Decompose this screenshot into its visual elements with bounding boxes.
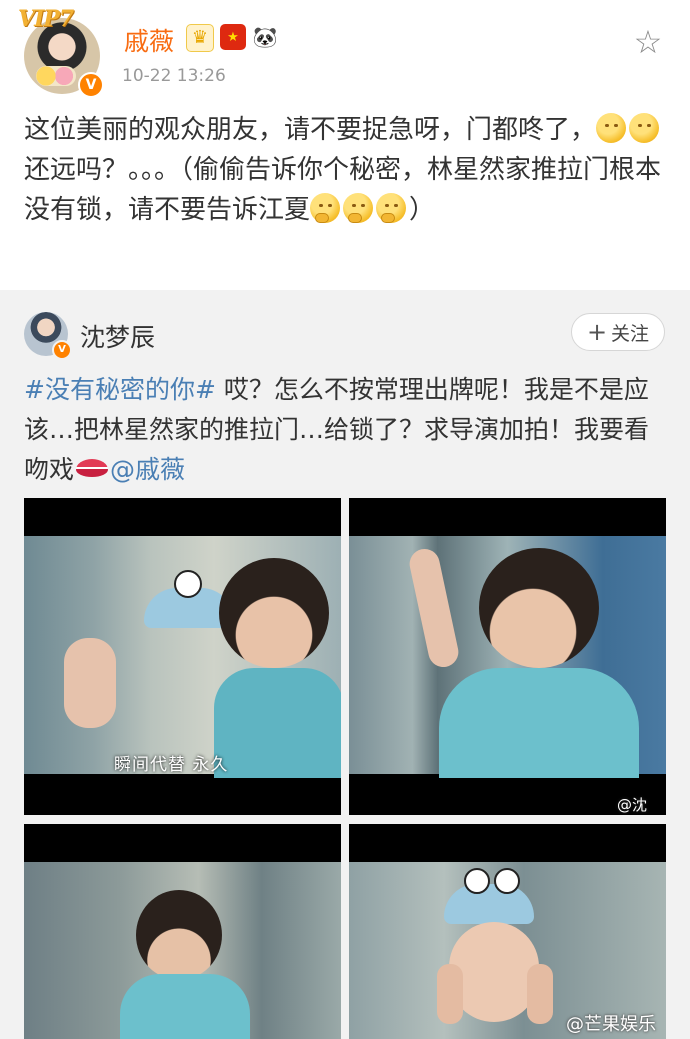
mention-link[interactable]: @戚薇	[110, 455, 185, 484]
person-shirt	[120, 974, 250, 1039]
avatar-flowers	[36, 66, 76, 86]
verified-icon: V	[78, 72, 104, 98]
person-head	[479, 548, 599, 668]
post-body: 这位美丽的观众朋友，请不要捉急呀，门都咚了， 还远吗？。。。（偷偷告诉你个秘密，林…	[24, 110, 666, 230]
headband-shape	[444, 884, 534, 924]
media-thumbnail-1[interactable]: 瞬间代替 永久	[24, 498, 341, 815]
vip-badge: VIP7	[18, 6, 74, 32]
plus-icon: +	[586, 318, 608, 346]
verified-icon: V	[52, 340, 72, 360]
person-shirt	[439, 668, 639, 778]
lips-emoji-icon	[76, 459, 109, 477]
media-thumbnail-3[interactable]	[24, 824, 341, 1039]
video-caption: 瞬间代替 永久	[114, 755, 229, 775]
post-text-part2: 还远吗？。。。（偷偷告诉你个秘密，林星然家推拉门根本没有锁，请不要告诉江夏	[24, 155, 662, 225]
favorite-star-icon[interactable]: ☆	[630, 24, 666, 60]
person-head	[136, 890, 222, 980]
follow-button[interactable]: + 关注	[571, 313, 665, 351]
image-watermark: @沈	[617, 796, 648, 814]
author-avatar[interactable]: VIP7 V	[18, 6, 104, 98]
hashtag-link[interactable]: #没有秘密的你#	[24, 375, 216, 404]
author-name[interactable]: 戚薇	[124, 22, 174, 58]
headband-eye	[174, 570, 202, 598]
post-text-part1: 这位美丽的观众朋友，请不要捉急呀，门都咚了，	[24, 115, 597, 145]
crown-icon[interactable]: ♛	[186, 24, 214, 52]
follow-label: 关注	[611, 322, 650, 345]
headband-eye	[494, 868, 520, 894]
kiss-emoji-icon	[596, 113, 627, 143]
user-badges: ♛ ★ 🐼	[186, 24, 278, 52]
person-head	[219, 558, 329, 668]
post-text-part3: ）	[409, 195, 436, 225]
hand-shape	[527, 964, 553, 1024]
china-flag-icon[interactable]: ★	[220, 24, 246, 50]
thinking-emoji-icon	[343, 193, 374, 223]
repost-body: #没有秘密的你# 哎？怎么不按常理出牌呢！我是不是应该…把林星然家的推拉门…给锁…	[24, 370, 670, 490]
hand-shape	[437, 964, 463, 1024]
post-timestamp: 10-22 13:26	[122, 66, 226, 86]
kiss-emoji-icon	[629, 113, 660, 143]
repost-author-name[interactable]: 沈梦辰	[80, 318, 155, 354]
hand-shape	[64, 638, 116, 728]
headband-eye	[464, 868, 490, 894]
panda-icon[interactable]: 🐼	[252, 24, 278, 50]
source-watermark: @芒果娱乐	[566, 1014, 656, 1035]
person-shirt	[214, 668, 341, 778]
thinking-emoji-icon	[310, 193, 341, 223]
thinking-emoji-icon	[376, 193, 407, 223]
media-thumbnail-4[interactable]	[349, 824, 666, 1039]
media-thumbnail-2[interactable]: @沈	[349, 498, 666, 815]
